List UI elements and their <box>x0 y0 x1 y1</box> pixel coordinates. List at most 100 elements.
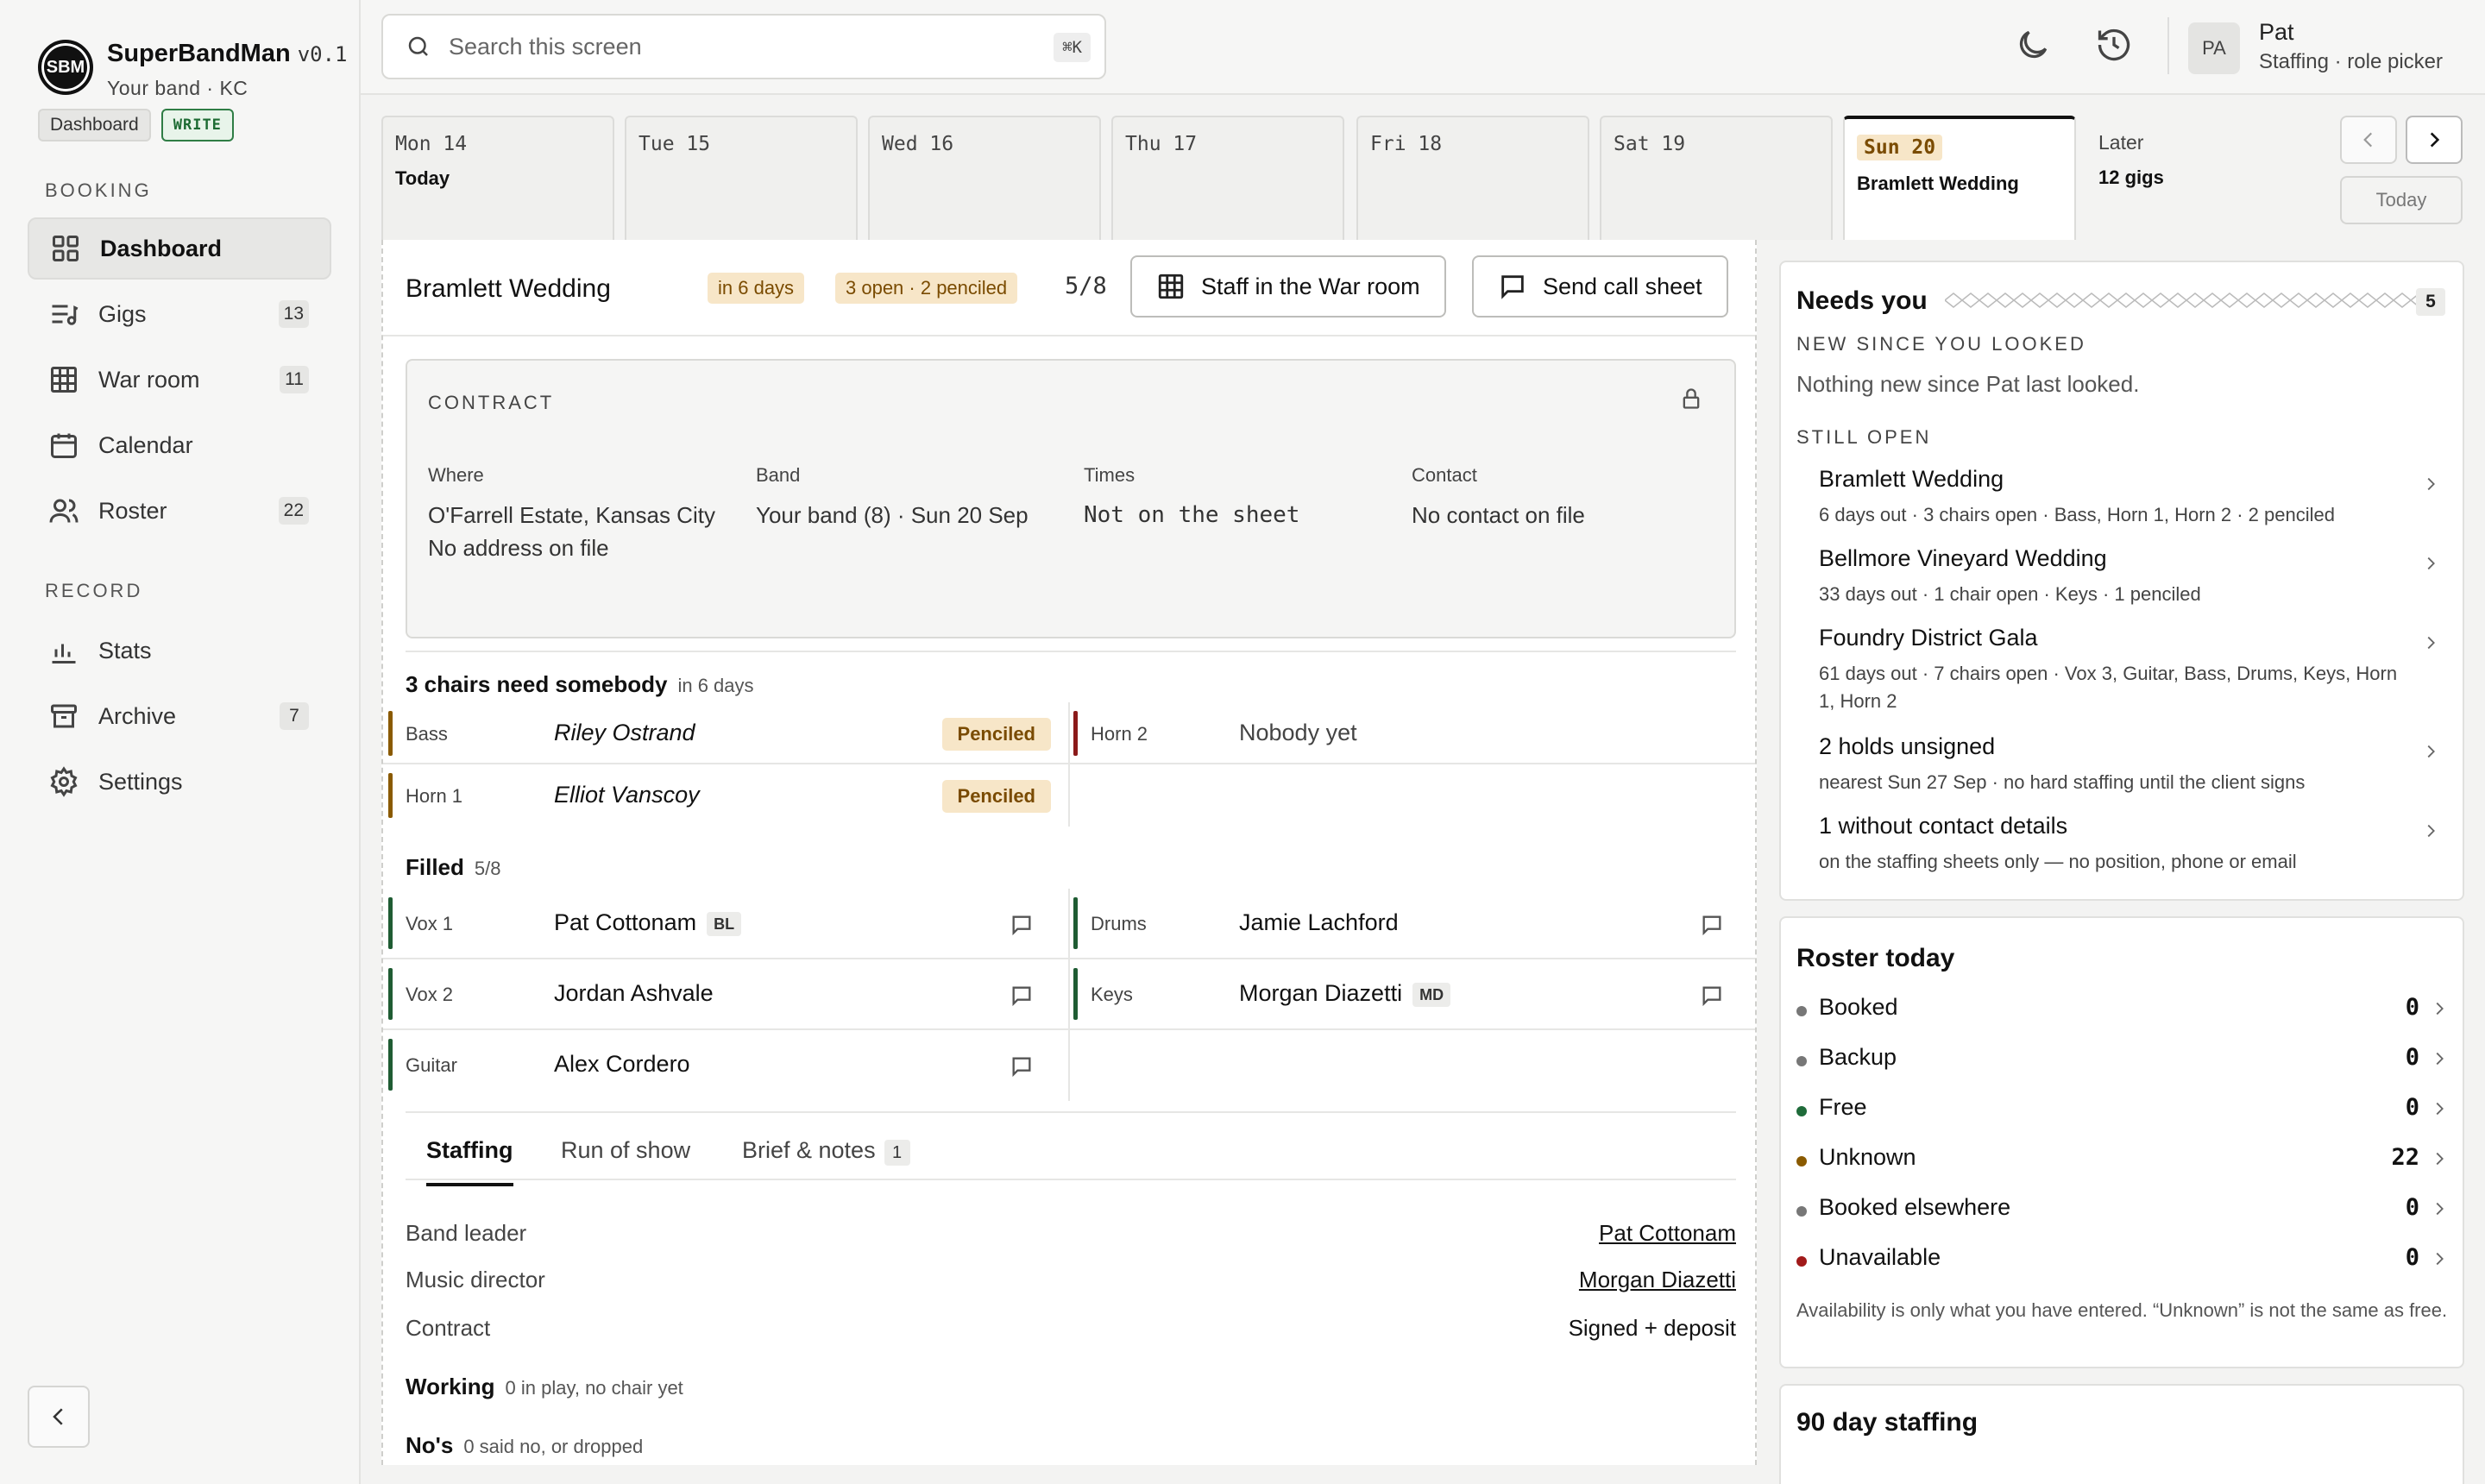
chair-row-keys[interactable]: Keys Morgan Diazetti MD <box>1068 959 1755 1030</box>
staff-war-room-button[interactable]: Staff in the War room <box>1130 255 1446 318</box>
band-leader-link[interactable]: Pat Cottonam <box>1599 1220 1736 1247</box>
chevron-right-icon <box>2436 1252 2444 1266</box>
gig-header: Bramlett Wedding in 6 days 3 open · 2 pe… <box>383 240 1755 336</box>
search-input[interactable]: Search this screen ⌘K <box>381 14 1106 79</box>
roster-row-booked-elsewhere[interactable]: Booked elsewhere 0 <box>1796 1194 2449 1229</box>
chair-row-guitar[interactable]: Guitar Alex Cordero <box>383 1030 1068 1101</box>
message-icon[interactable] <box>1010 913 1034 937</box>
archive-count: 7 <box>280 702 309 730</box>
needs-item-title: 2 holds unsigned <box>1819 733 1996 759</box>
chair-name: Riley Ostrand <box>554 720 695 745</box>
calendar-icon <box>51 433 77 458</box>
roster-row-free[interactable]: Free 0 <box>1796 1094 2449 1129</box>
lock-icon[interactable] <box>1679 387 1703 411</box>
prev-days-button[interactable] <box>2340 116 2397 164</box>
music-director-link[interactable]: Morgan Diazetti <box>1579 1267 1736 1293</box>
theme-toggle-button[interactable] <box>2014 26 2052 64</box>
needs-item[interactable]: Foundry District Gala 61 days out · 7 ch… <box>1819 625 2440 715</box>
chair-row-bass[interactable]: Bass Riley Ostrand Penciled <box>383 702 1068 764</box>
search-shortcut: ⌘K <box>1054 33 1091 62</box>
people-icon <box>49 499 79 523</box>
mode-pill: Dashboard <box>38 109 151 141</box>
roster-count: 0 <box>2405 1194 2419 1221</box>
today-button[interactable]: Today <box>2340 176 2463 224</box>
message-icon[interactable] <box>1010 1054 1034 1078</box>
message-icon[interactable] <box>1700 984 1724 1008</box>
day-tab-sat[interactable]: Sat 19 <box>1600 116 1833 240</box>
chair-row-horn-2[interactable]: Horn 2 Nobody yet <box>1068 702 1755 764</box>
chair-role: Keys <box>1091 984 1133 1005</box>
tab-staffing[interactable]: Staffing <box>426 1137 513 1186</box>
user-role-picker[interactable]: Staffing · role picker <box>2259 50 2443 74</box>
message-icon[interactable] <box>1010 984 1034 1008</box>
day-tab-fri[interactable]: Fri 18 <box>1356 116 1589 240</box>
working-heading: Working 0 in play, no chair yet <box>406 1374 683 1399</box>
day-tab-mon[interactable]: Mon 14 Today <box>381 116 614 240</box>
day-tab-wed[interactable]: Wed 16 <box>868 116 1101 240</box>
tab-run-of-show[interactable]: Run of show <box>561 1137 690 1164</box>
contract-label: CONTRACT <box>428 392 555 413</box>
needs-item[interactable]: 2 holds unsigned nearest Sun 27 Sep · no… <box>1819 733 2440 796</box>
history-button[interactable] <box>2095 26 2133 64</box>
divider <box>1068 702 1070 827</box>
sidebar-item-calendar[interactable]: Calendar <box>28 414 331 476</box>
chair-name: Nobody yet <box>1239 720 1357 745</box>
roster-row-booked[interactable]: Booked 0 <box>1796 994 2449 1028</box>
sidebar-item-label: Calendar <box>98 431 193 458</box>
sidebar-item-archive[interactable]: Archive 7 <box>28 685 331 747</box>
still-open-label: STILL OPEN <box>1796 426 1932 448</box>
day-label: Wed 16 <box>882 133 954 155</box>
user-name[interactable]: Pat <box>2259 19 2294 46</box>
sidebar-item-stats[interactable]: Stats <box>28 619 331 682</box>
roster-row-backup[interactable]: Backup 0 <box>1796 1044 2449 1078</box>
day-label: Tue 15 <box>639 133 711 155</box>
avatar[interactable]: PA <box>2188 22 2240 74</box>
needs-item-detail: 6 days out · 3 chairs open · Bass, Horn … <box>1819 504 2335 525</box>
band-subtitle: Your band · KC <box>107 77 248 99</box>
gigs-count: 13 <box>278 300 309 328</box>
day-tab-later[interactable]: Later 12 gigs <box>2086 116 2319 240</box>
gigs-icon <box>52 305 79 325</box>
day-tab-thu[interactable]: Thu 17 <box>1111 116 1344 240</box>
sidebar-item-war-room[interactable]: War room 11 <box>28 349 331 411</box>
tab-brief-notes[interactable]: Brief & notes 1 <box>742 1137 910 1166</box>
collapse-sidebar-button[interactable] <box>28 1386 90 1448</box>
needs-item[interactable]: 1 without contact details on the staffin… <box>1819 813 2440 876</box>
music-director-badge: MD <box>1412 982 1451 1007</box>
status-dot <box>1796 1206 1807 1217</box>
penciled-badge: Penciled <box>941 718 1051 751</box>
brand[interactable]: SBM SuperBandMan v0.1 Your band · KC <box>38 40 347 100</box>
chevron-right-icon <box>2427 477 2435 491</box>
band-leader-row: Band leader Pat Cottonam <box>406 1220 1736 1247</box>
roster-label: Free <box>1819 1094 1867 1120</box>
message-icon[interactable] <box>1700 913 1724 937</box>
send-call-sheet-button[interactable]: Send call sheet <box>1472 255 1728 318</box>
roster-label: Booked elsewhere <box>1819 1194 2011 1220</box>
roster-row-unknown[interactable]: Unknown 22 <box>1796 1144 2449 1179</box>
day-tab-sun[interactable]: Sun 20 Bramlett Wedding <box>1843 116 2076 240</box>
chair-name: Jordan Ashvale <box>554 980 714 1006</box>
needs-item[interactable]: Bramlett Wedding 6 days out · 3 chairs o… <box>1819 466 2440 529</box>
app-version: v0.1 <box>297 42 348 66</box>
roster-label: Unavailable <box>1819 1244 1941 1270</box>
sidebar-item-gigs[interactable]: Gigs 13 <box>28 283 331 345</box>
sidebar-item-settings[interactable]: Settings <box>28 751 331 813</box>
chair-row-vox-2[interactable]: Vox 2 Jordan Ashvale <box>383 959 1068 1030</box>
sidebar-item-label: Roster <box>98 497 167 524</box>
needs-item[interactable]: Bellmore Vineyard Wedding 33 days out · … <box>1819 545 2440 608</box>
day-label: Sun 20 <box>1857 135 1943 160</box>
day-tab-tue[interactable]: Tue 15 <box>625 116 858 240</box>
chair-role: Bass <box>406 723 448 745</box>
heading-sub: 0 said no, or dropped <box>463 1436 644 1457</box>
next-days-button[interactable] <box>2406 116 2463 164</box>
sidebar-item-roster[interactable]: Roster 22 <box>28 480 331 542</box>
band-value: Your band (8) · Sun 20 Sep <box>756 502 1029 528</box>
chair-role: Vox 1 <box>406 913 454 934</box>
chair-row-vox-1[interactable]: Vox 1 Pat Cottonam BL <box>383 889 1068 959</box>
chair-row-drums[interactable]: Drums Jamie Lachford <box>1068 889 1755 959</box>
chair-row-horn-1[interactable]: Horn 1 Elliot Vanscoy Penciled <box>383 764 1068 827</box>
history-icon <box>2098 28 2130 61</box>
new-since-label: NEW SINCE YOU LOOKED <box>1796 333 2086 355</box>
roster-row-unavailable[interactable]: Unavailable 0 <box>1796 1244 2449 1279</box>
sidebar-item-dashboard[interactable]: Dashboard <box>28 217 331 280</box>
